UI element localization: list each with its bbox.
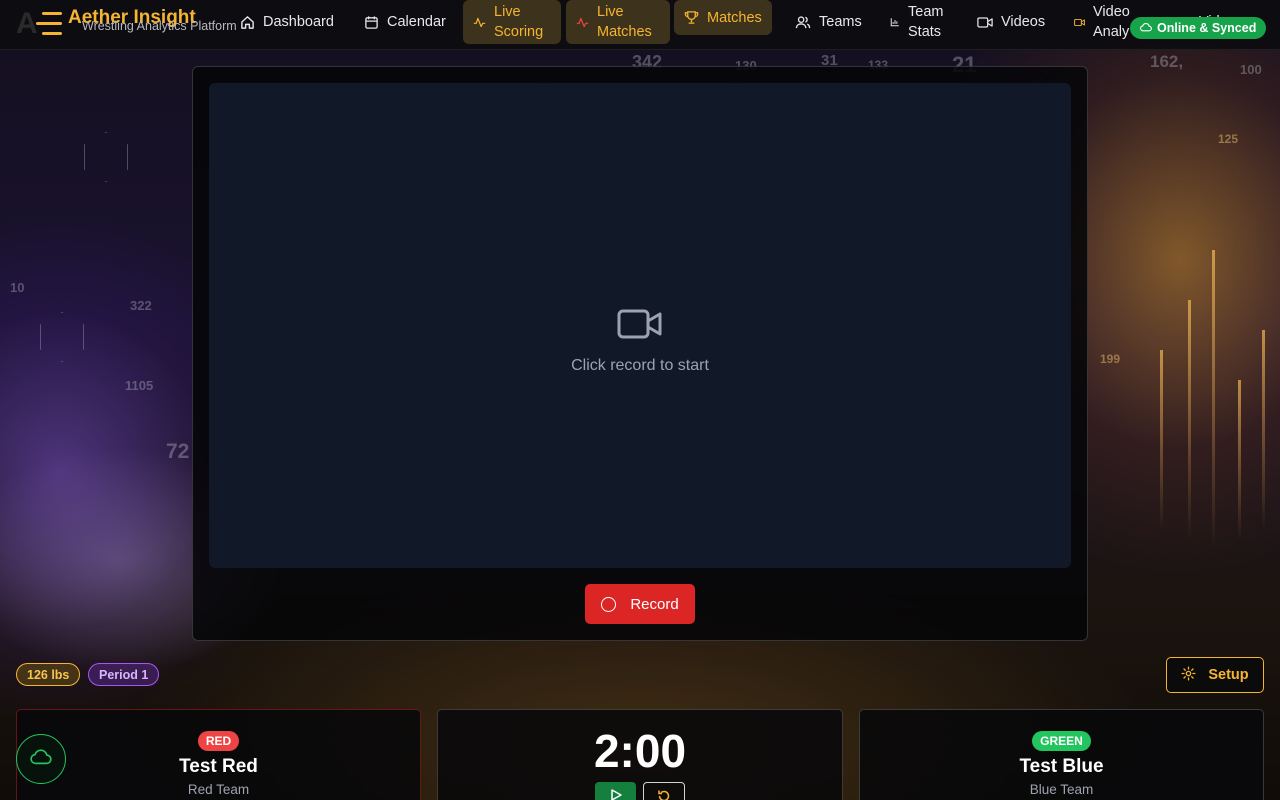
nav-live-matches-line2: Matches <box>597 24 652 40</box>
trophy-icon <box>684 10 699 25</box>
start-clock-button[interactable] <box>595 782 636 800</box>
hexagon-decoration <box>40 312 84 362</box>
setup-button[interactable]: Setup <box>1166 657 1264 693</box>
period-badge: Period 1 <box>88 663 160 686</box>
bg-number: 10 <box>10 280 25 295</box>
weight-class-badge: 126 lbs <box>16 663 81 686</box>
video-preview: Click record to start <box>209 83 1071 568</box>
reset-clock-button[interactable] <box>643 782 685 800</box>
brand[interactable]: A Aether Insight Wrestling Analytics Pla… <box>14 0 237 50</box>
nav-live-matches[interactable]: Live Matches <box>566 0 670 44</box>
gear-icon <box>1181 665 1196 685</box>
nav-calendar-label: Calendar <box>387 14 446 30</box>
bg-number: 100 <box>1240 62 1262 77</box>
bg-number: 72 <box>166 440 190 463</box>
top-navigation-bar: A Aether Insight Wrestling Analytics Pla… <box>0 0 1280 50</box>
nav-teams[interactable]: Teams <box>785 0 872 44</box>
nav-calendar[interactable]: Calendar <box>354 0 456 44</box>
cloud-icon <box>30 748 52 770</box>
light-streak <box>1262 330 1265 530</box>
red-wrestler-name: Test Red <box>179 756 258 777</box>
cloud-sync-button[interactable] <box>16 734 66 784</box>
cloud-icon <box>1140 21 1152 35</box>
nav-videos[interactable]: Videos <box>967 0 1055 44</box>
nav-video-analysis[interactable]: Video Analy <box>1064 0 1140 44</box>
aether-logo-icon: A <box>14 7 62 43</box>
nav-dashboard-label: Dashboard <box>263 14 334 30</box>
nav-team-stats-label: Team Stats <box>908 2 943 42</box>
match-clock-card: 2:00 <box>437 709 843 800</box>
nav-videos-label: Videos <box>1001 14 1046 30</box>
light-streak <box>1188 300 1191 540</box>
nav-matches[interactable]: Matches <box>674 0 772 35</box>
users-icon <box>795 15 811 30</box>
nav-live-matches-label: Live Matches <box>597 2 652 42</box>
nav-live-matches-line1: Live <box>597 4 624 20</box>
nav-team-stats[interactable]: Team Stats <box>880 0 953 44</box>
red-team-name: Red Team <box>187 782 250 797</box>
bar-chart-icon <box>890 17 900 27</box>
bg-number: 125 <box>1218 132 1239 146</box>
record-button-label: Record <box>630 595 679 613</box>
home-icon <box>240 15 255 30</box>
light-streak <box>1238 380 1241 540</box>
nav-live-scoring[interactable]: Live Scoring <box>463 0 561 44</box>
sync-status-label: Online & Synced <box>1157 21 1257 35</box>
reset-icon <box>657 789 671 800</box>
bg-number: 162, <box>1150 52 1184 71</box>
calendar-icon <box>364 15 379 30</box>
clock-controls <box>438 782 842 800</box>
nav-team-stats-line2: Stats <box>908 24 942 40</box>
video-placeholder-text: Click record to start <box>571 357 709 374</box>
video-placeholder: Click record to start <box>209 308 1071 375</box>
video-icon <box>977 16 993 29</box>
nav-video-analysis-line2: Analy <box>1093 24 1130 40</box>
green-wrestler-card[interactable]: GREEN Test Blue Blue Team <box>859 709 1264 800</box>
record-circle-icon <box>601 596 617 612</box>
light-streak <box>1212 250 1215 550</box>
light-streak <box>1160 350 1163 530</box>
sync-status-badge: Online & Synced <box>1130 17 1267 39</box>
green-wrestler-name: Test Blue <box>1019 756 1104 777</box>
brand-subtitle: Wrestling Analytics Platform <box>82 19 237 33</box>
match-clock: 2:00 <box>593 725 687 777</box>
setup-button-label: Setup <box>1208 667 1249 683</box>
nav-matches-label: Matches <box>707 9 762 26</box>
nav-video-analysis-line1: Video <box>1093 4 1130 20</box>
nav-teams-label: Teams <box>819 14 862 30</box>
activity-icon <box>576 16 589 29</box>
green-team-name: Blue Team <box>1029 782 1094 797</box>
activity-icon <box>473 16 486 29</box>
red-color-tag: RED <box>197 731 240 751</box>
bg-number: 199 <box>1100 352 1121 366</box>
bg-number: 1105 <box>125 378 154 393</box>
nav-live-scoring-line1: Live <box>494 4 521 20</box>
video-camera-icon <box>617 308 663 345</box>
play-icon <box>609 788 623 800</box>
green-color-tag: GREEN <box>1032 731 1091 751</box>
nav-live-scoring-label: Live Scoring <box>494 2 543 42</box>
red-wrestler-card[interactable]: RED Test Red Red Team <box>16 709 421 800</box>
record-button[interactable]: Record <box>585 584 695 624</box>
video-icon <box>1074 18 1085 27</box>
nav-video-analysis-label: Video Analy <box>1093 2 1130 42</box>
hexagon-decoration <box>84 132 128 182</box>
nav-team-stats-line1: Team <box>908 4 944 20</box>
video-recorder-panel: Click record to start Record <box>192 66 1088 641</box>
bg-number: 322 <box>130 298 152 313</box>
nav-live-scoring-line2: Scoring <box>494 24 544 40</box>
nav-dashboard[interactable]: Dashboard <box>230 0 344 44</box>
